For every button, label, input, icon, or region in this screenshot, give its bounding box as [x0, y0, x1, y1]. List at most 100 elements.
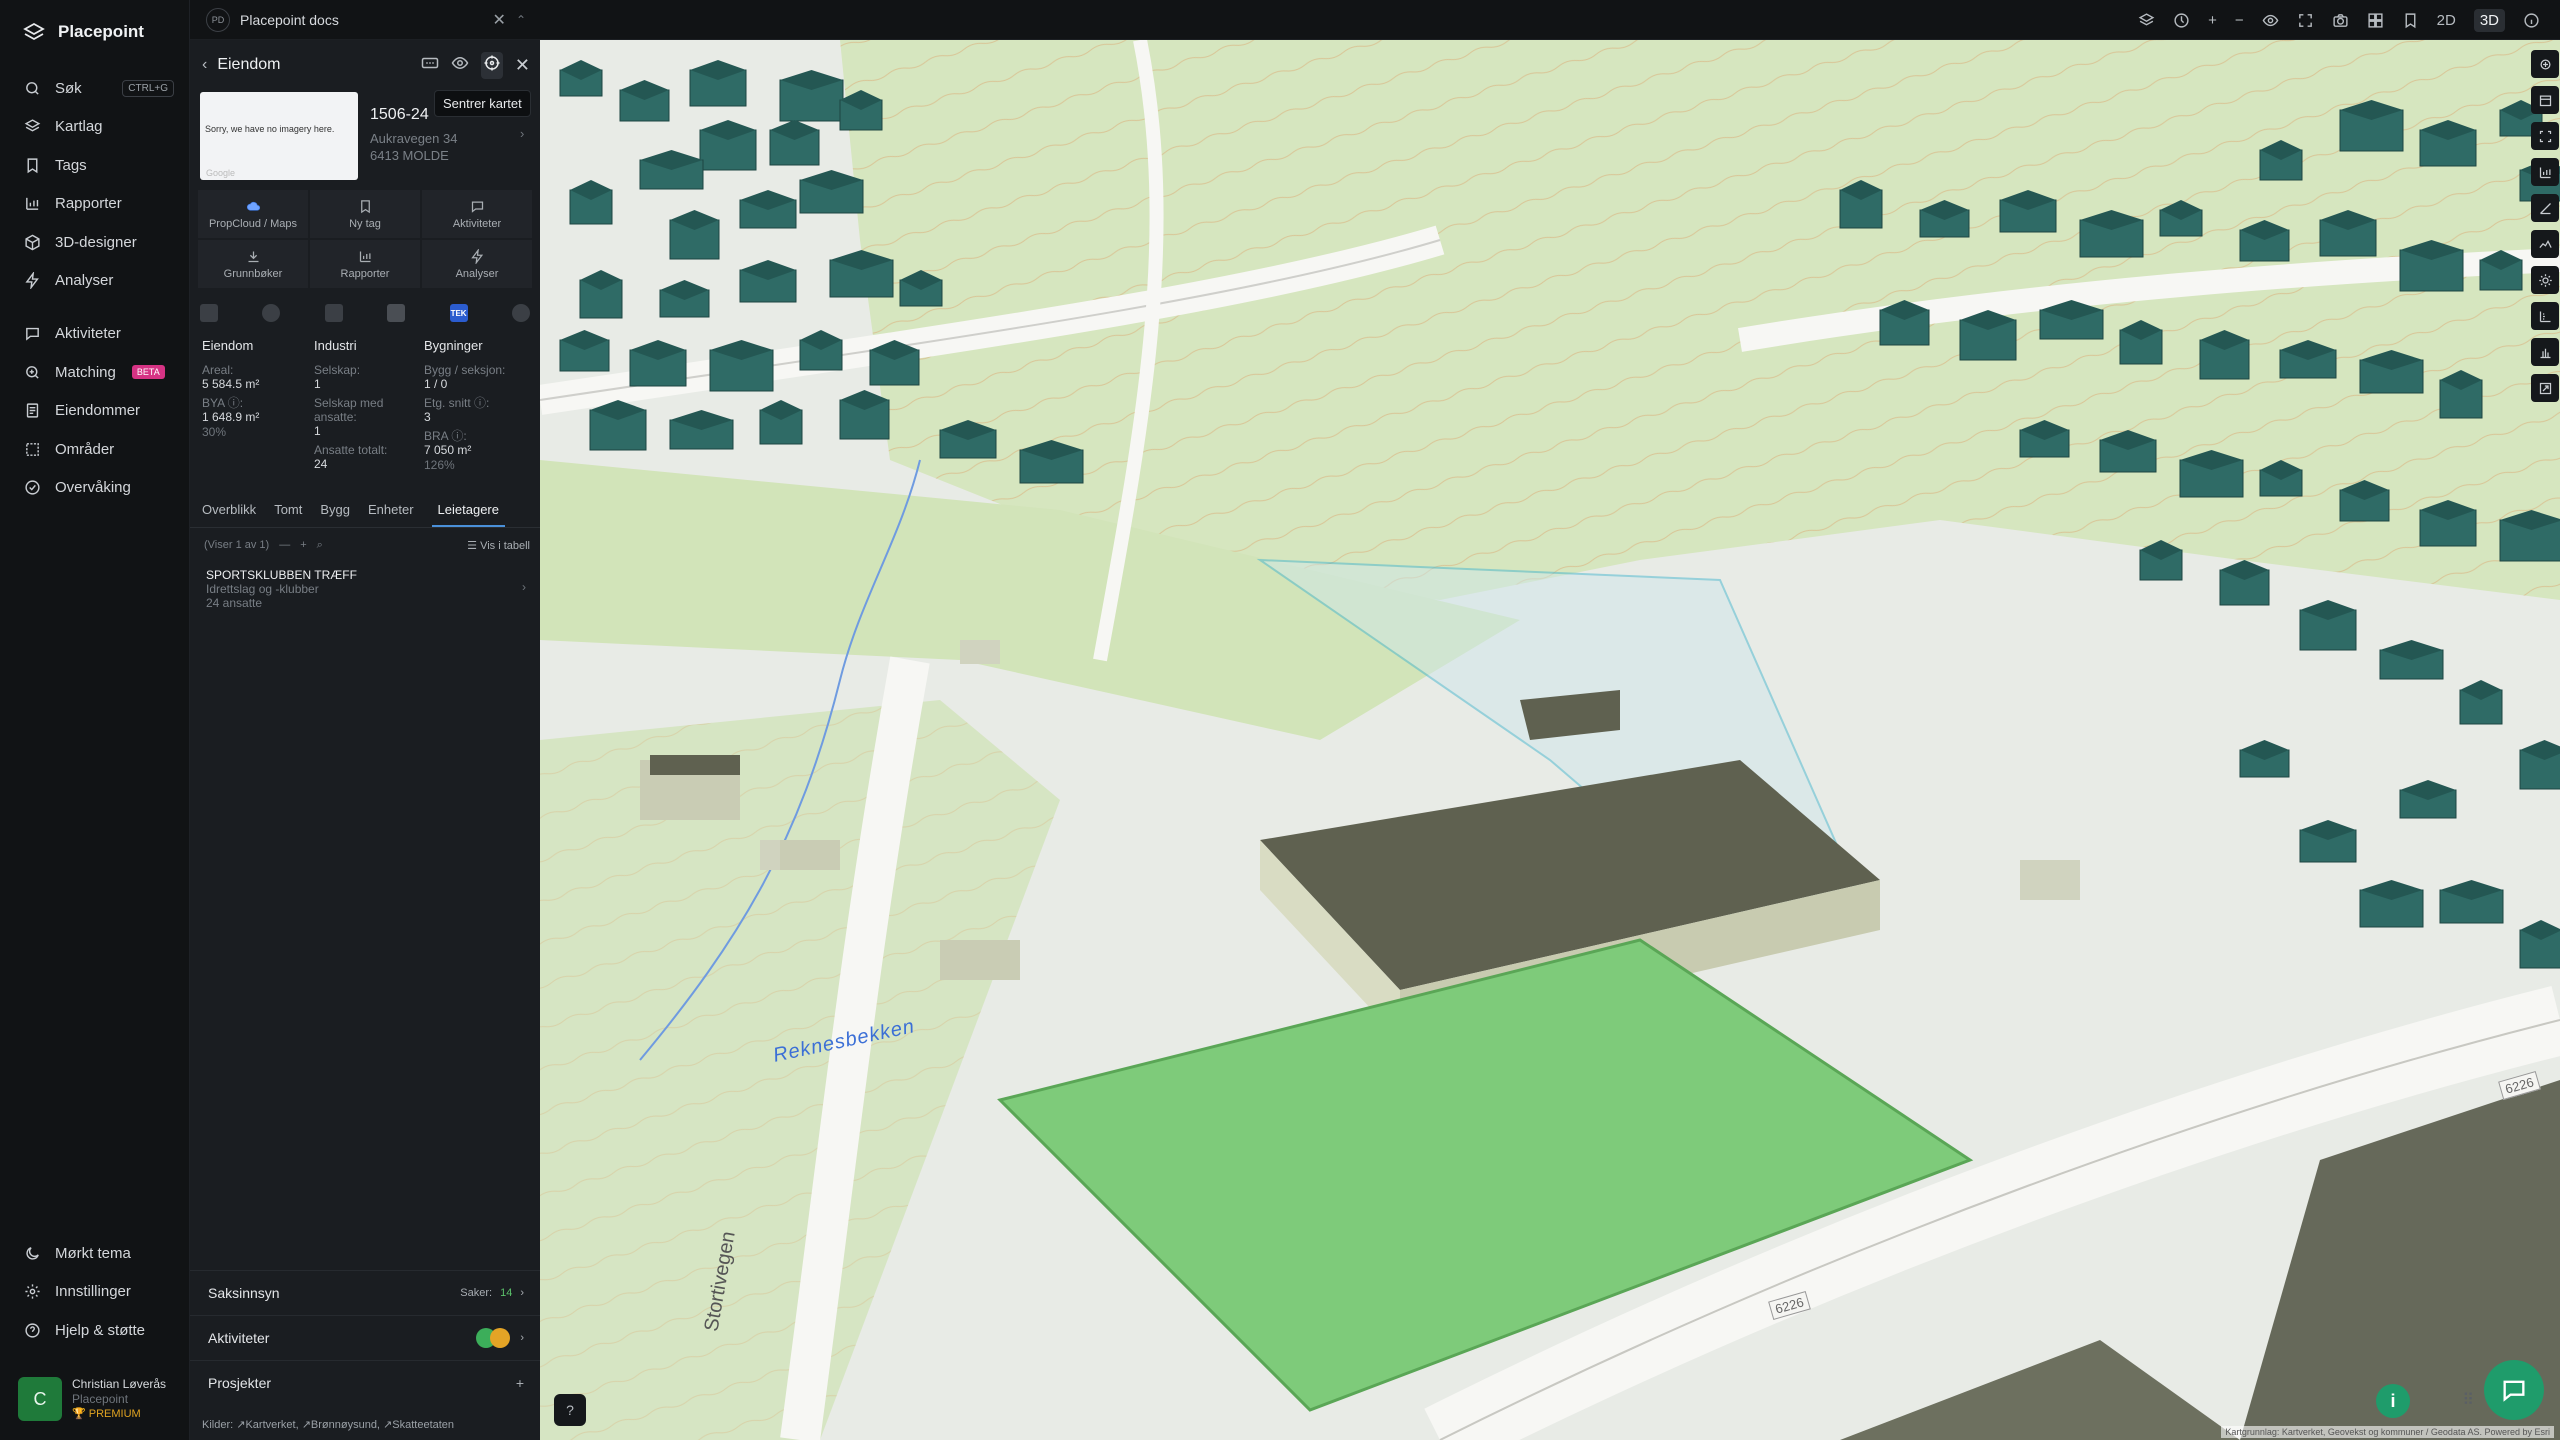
info-icon[interactable]: i: [2376, 1384, 2410, 1418]
nav-item-analyser[interactable]: Analyser: [24, 267, 174, 293]
bookmark-icon[interactable]: [2402, 12, 2419, 29]
map-attribution: Kartgrunnlag: Kartverket, Geovekst og ko…: [2221, 1426, 2554, 1438]
property-thumbnail[interactable]: Sorry, we have no imagery here. Google: [200, 92, 358, 180]
section-meta: ›: [476, 1327, 524, 1348]
analyses-button[interactable]: Analyser: [422, 240, 532, 288]
view-2d-toggle[interactable]: 2D: [2437, 12, 2456, 29]
eye-icon[interactable]: [2262, 12, 2279, 29]
view-3d-toggle[interactable]: 3D: [2473, 8, 2505, 32]
nav-item-tags[interactable]: Tags: [24, 152, 174, 178]
house-building: [2359, 350, 2424, 394]
source-1881-icon[interactable]: [200, 304, 218, 322]
user-meta: Christian Løverås Placepoint 🏆 PREMIUM: [72, 1377, 166, 1422]
source-globe-icon[interactable]: [262, 304, 281, 322]
house-building: [759, 400, 803, 445]
help-icon[interactable]: ?: [554, 1394, 586, 1426]
house-building: [899, 270, 943, 307]
plus-icon[interactable]: +: [300, 539, 306, 551]
house-building: [2319, 210, 2377, 257]
address-line: Aukravegen 34: [370, 131, 458, 146]
profile-icon[interactable]: [2531, 230, 2559, 258]
search-icon[interactable]: ⌕: [317, 539, 323, 552]
chat-support-button[interactable]: [2484, 1360, 2544, 1420]
chart-icon[interactable]: [2531, 158, 2559, 186]
camera-icon[interactable]: [2332, 12, 2349, 29]
tab-tomt[interactable]: Tomt: [274, 498, 302, 527]
nav-item-help[interactable]: Hjelp & støtte: [24, 1317, 174, 1343]
nav-item-aktiviteter[interactable]: Aktiviteter: [24, 320, 174, 346]
source-more-icon[interactable]: [511, 304, 530, 322]
zoom-in-icon[interactable]: +: [2208, 12, 2217, 29]
scan-icon[interactable]: [2531, 122, 2559, 150]
stat-value: 1: [314, 424, 321, 438]
tab-leietagere[interactable]: Leietagere: [431, 498, 505, 527]
back-chevron-icon[interactable]: ‹: [202, 56, 207, 74]
map-3d-view[interactable]: Reknesbekken Stortivegen 6226 6226 ? i ⠿…: [540, 40, 2560, 1440]
nav-item-search[interactable]: Søk CTRL+G: [24, 75, 174, 101]
user-name: Christian Løverås: [72, 1376, 167, 1391]
section-prosjekter[interactable]: Prosjekter +: [190, 1360, 540, 1404]
nav-item-overvaking[interactable]: Overvåking: [24, 474, 174, 500]
drag-grid-icon[interactable]: ⠿: [2462, 1390, 2474, 1410]
house-building: [2399, 780, 2457, 819]
brand[interactable]: Placepoint: [22, 20, 144, 44]
source-stats-icon[interactable]: [387, 304, 406, 322]
nav-item-kartlag[interactable]: Kartlag: [24, 113, 174, 139]
grid-icon[interactable]: [2367, 12, 2384, 29]
nav-item-rapporter[interactable]: Rapporter: [24, 190, 174, 216]
center-map-icon[interactable]: [480, 51, 503, 79]
fullscreen-icon[interactable]: [2297, 12, 2314, 29]
new-tag-button[interactable]: Ny tag: [310, 190, 420, 238]
nav-item-eiendommer[interactable]: Eiendommer: [24, 397, 174, 423]
layers-stack-icon[interactable]: [2138, 12, 2155, 29]
source-plant-icon[interactable]: [324, 304, 343, 322]
add-icon[interactable]: +: [516, 1375, 524, 1391]
calendar-icon[interactable]: [2531, 86, 2559, 114]
section-meta: Saker: 14 ›: [460, 1287, 524, 1299]
nav-item-3d-designer[interactable]: 3D-designer: [24, 229, 174, 255]
propcloud-button[interactable]: PropCloud / Maps: [198, 190, 308, 238]
measure-area-icon[interactable]: [2531, 50, 2559, 78]
export-icon[interactable]: [2531, 374, 2559, 402]
bolt-icon: [25, 271, 39, 289]
grunnboker-button[interactable]: Grunnbøker: [198, 240, 308, 288]
tab-enheter[interactable]: Enheter: [368, 498, 414, 527]
minus-icon[interactable]: —: [279, 539, 290, 551]
zoom-out-icon[interactable]: −: [2235, 12, 2244, 29]
360-view-icon[interactable]: [421, 54, 439, 77]
eye-icon[interactable]: [451, 54, 469, 77]
reports-button[interactable]: Rapporter: [310, 240, 420, 288]
document-tab[interactable]: PD Placepoint docs ✕ ⌃: [206, 6, 526, 34]
info-icon[interactable]: [2523, 12, 2540, 29]
user-profile[interactable]: C Christian Løverås Placepoint 🏆 PREMIUM: [18, 1374, 178, 1424]
nav-item-matching[interactable]: Matching BETA: [24, 359, 174, 385]
section-saksinnsyn[interactable]: Saksinnsyn Saker: 14 ›: [190, 1270, 540, 1314]
close-icon[interactable]: ✕: [515, 55, 530, 76]
postal-line: 6413 MOLDE: [370, 148, 449, 163]
house-building: [1999, 190, 2057, 233]
view-table-button[interactable]: ☰ Vis i tabell: [467, 539, 530, 552]
nav-item-omrader[interactable]: Områder: [24, 436, 174, 462]
section-aktiviteter[interactable]: Aktiviteter ›: [190, 1315, 540, 1359]
chevron-right-icon[interactable]: ›: [520, 126, 524, 141]
chevron-updown-icon[interactable]: ⌃: [516, 13, 526, 27]
industri-column: Industri Selskap: 1 Selskap med ansatte:…: [314, 338, 424, 472]
nav-item-dark-theme[interactable]: Mørkt tema: [24, 1240, 174, 1266]
slope-icon[interactable]: [2531, 194, 2559, 222]
activities-button[interactable]: Aktiviteter: [422, 190, 532, 238]
house-building: [689, 60, 747, 107]
close-icon[interactable]: ✕: [493, 10, 506, 30]
height-icon[interactable]: [2531, 338, 2559, 366]
source-tek-icon[interactable]: TEK: [449, 304, 468, 322]
tab-overblikk[interactable]: Overblikk: [202, 498, 256, 527]
nav-item-settings[interactable]: Innstillinger: [24, 1278, 174, 1304]
property-address[interactable]: Aukravegen 34 6413 MOLDE: [370, 130, 457, 164]
tab-bygg[interactable]: Bygg: [320, 498, 350, 527]
stat-label: Ansatte totalt:: [314, 443, 388, 457]
sun-icon[interactable]: [2531, 266, 2559, 294]
compass-icon[interactable]: [2173, 12, 2190, 29]
list-item[interactable]: SPORTSKLUBBEN TRÆFF Idrettslag og -klubb…: [206, 568, 532, 610]
house-building: [659, 280, 710, 318]
ruler-icon[interactable]: [2531, 302, 2559, 330]
nav-label: Overvåking: [55, 478, 131, 496]
